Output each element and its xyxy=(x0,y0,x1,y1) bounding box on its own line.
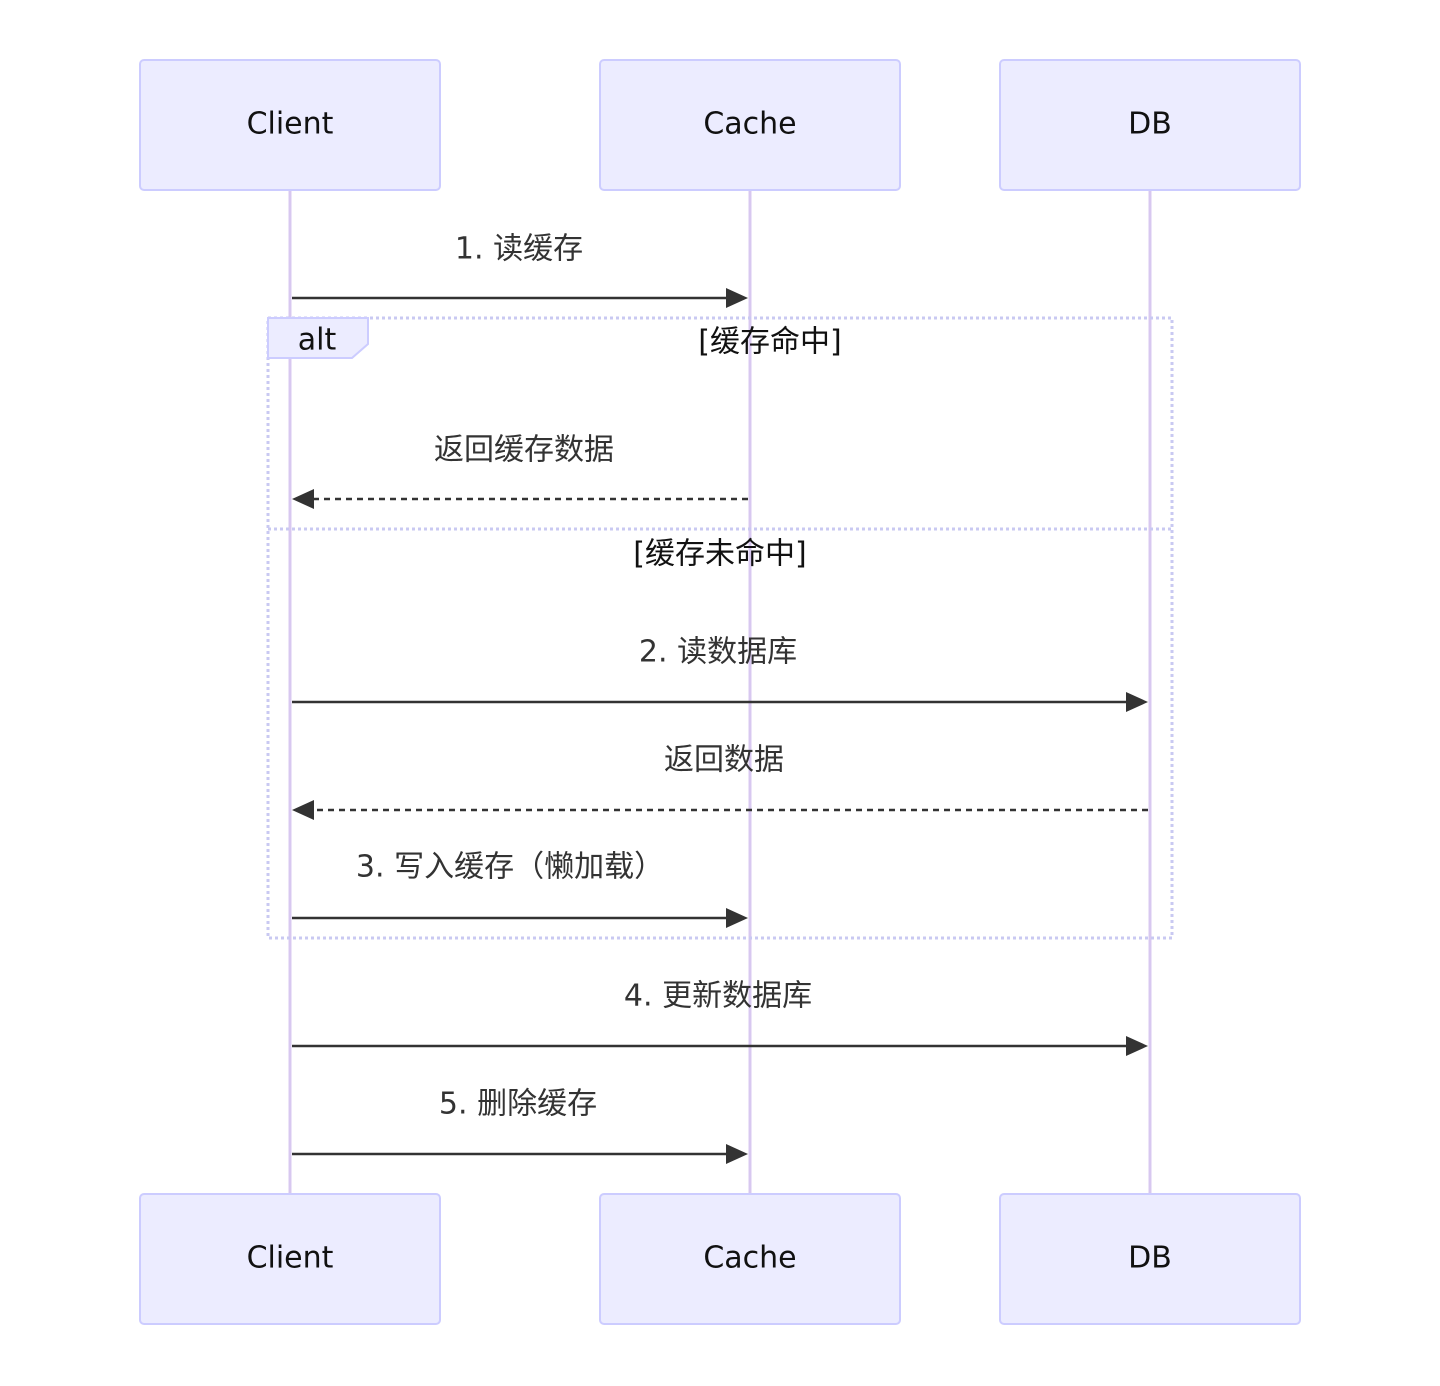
arrowhead xyxy=(292,800,314,820)
message-label: 2. 读数据库 xyxy=(639,635,797,670)
actor-db-top: DB xyxy=(999,59,1301,191)
arrowhead xyxy=(1126,692,1148,712)
actor-label: DB xyxy=(1128,1241,1172,1276)
message-delete-cache: 5. 删除缓存 xyxy=(292,1087,748,1164)
actor-db-bottom: DB xyxy=(999,1193,1301,1325)
message-update-db: 4. 更新数据库 xyxy=(292,979,1148,1056)
arrowhead xyxy=(1126,1036,1148,1056)
alt-frame: alt [缓存命中] [缓存未命中] xyxy=(266,316,1174,940)
alt-condition-hit: [缓存命中] xyxy=(698,325,841,360)
message-label: 4. 更新数据库 xyxy=(624,979,812,1014)
arrowhead xyxy=(292,489,314,509)
message-label: 返回数据 xyxy=(664,743,784,778)
actor-client-top: Client xyxy=(139,59,441,191)
message-label: 返回缓存数据 xyxy=(434,433,614,468)
message-return-db-data: 返回数据 xyxy=(292,743,1148,820)
actor-client-bottom: Client xyxy=(139,1193,441,1325)
arrowhead xyxy=(726,908,748,928)
message-label: 3. 写入缓存（懒加载） xyxy=(356,850,664,885)
alt-frame-label: alt xyxy=(298,323,337,358)
actor-cache-top: Cache xyxy=(599,59,901,191)
actor-label: Cache xyxy=(703,1241,796,1276)
actor-cache-bottom: Cache xyxy=(599,1193,901,1325)
arrowhead xyxy=(726,288,748,308)
message-label: 5. 删除缓存 xyxy=(439,1087,597,1122)
alt-condition-miss: [缓存未命中] xyxy=(633,537,806,572)
alt-frame-border xyxy=(266,316,1174,940)
message-read-db: 2. 读数据库 xyxy=(292,635,1148,712)
actor-label: Client xyxy=(247,107,334,142)
arrowhead xyxy=(726,1144,748,1164)
message-read-cache: 1. 读缓存 xyxy=(292,232,748,308)
sequence-diagram: Client Cache DB 1. 读缓存 alt [缓存命中] [缓存未命中… xyxy=(139,59,1301,1325)
actor-label: DB xyxy=(1128,107,1172,142)
actor-label: Client xyxy=(247,1241,334,1276)
actor-label: Cache xyxy=(703,107,796,142)
message-write-cache: 3. 写入缓存（懒加载） xyxy=(292,850,748,928)
message-label: 1. 读缓存 xyxy=(455,232,583,267)
message-return-cache-data: 返回缓存数据 xyxy=(292,433,748,509)
